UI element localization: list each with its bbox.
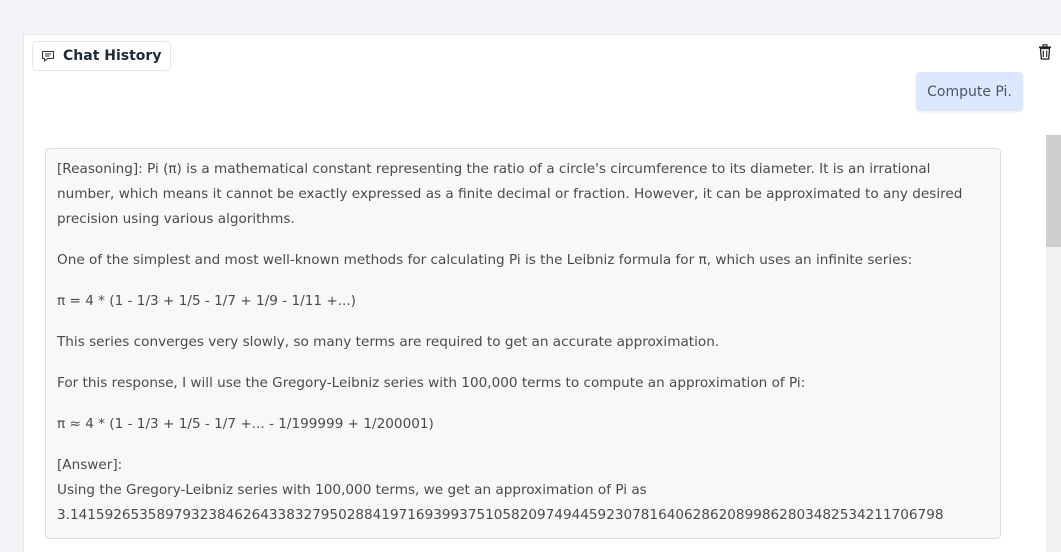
assistant-paragraph: For this response, I will use the Gregor… <box>57 375 806 391</box>
chat-history-panel: Chat History Compute Pi. [Reasoning]: Pi… <box>23 34 1061 552</box>
assistant-message: [Reasoning]: Pi (π) is a mathematical co… <box>45 148 1001 539</box>
assistant-paragraph: This series converges very slowly, so ma… <box>57 334 720 350</box>
assistant-paragraph: π = 4 * (1 - 1/3 + 1/5 - 1/7 + 1/9 - 1/1… <box>57 293 356 309</box>
chat-history-title: Chat History <box>63 48 162 64</box>
assistant-paragraph: π ≈ 4 * (1 - 1/3 + 1/5 - 1/7 +... - 1/19… <box>57 416 434 432</box>
scrollbar-thumb[interactable] <box>1046 135 1061 247</box>
assistant-paragraph: One of the simplest and most well-known … <box>57 252 913 268</box>
user-message: Compute Pi. <box>916 72 1023 111</box>
answer-text: Using the Gregory-Leibniz series with 10… <box>57 482 944 523</box>
trash-icon <box>1038 44 1052 64</box>
assistant-paragraph: [Reasoning]: Pi (π) is a mathematical co… <box>57 161 967 227</box>
answer-label: [Answer]: <box>57 457 123 473</box>
chat-history-tab[interactable]: Chat History <box>32 41 172 71</box>
chat-bubble-icon <box>41 49 55 63</box>
clear-history-button[interactable] <box>1034 43 1056 65</box>
